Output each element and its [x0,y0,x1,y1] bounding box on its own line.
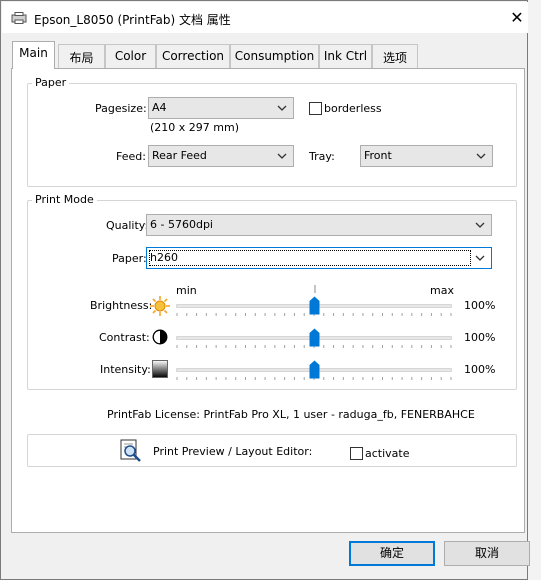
feed-value: Rear Feed [152,149,207,162]
tray-label: Tray: [309,150,335,163]
gradient-icon [152,360,168,378]
title-bar: Epson_L8050 (PrintFab) 文档 属性 ✕ [2,2,528,33]
intensity-value: 100% [464,363,496,376]
contrast-value: 100% [464,331,496,344]
contrast-label: Contrast: [99,331,150,344]
intensity-label: Intensity: [100,363,151,376]
chevron-down-icon [475,255,485,261]
pagesize-select[interactable]: A4 [148,97,294,119]
quality-label: Quality: [106,219,149,232]
preview-label: Print Preview / Layout Editor: [153,445,313,458]
feed-label: Feed: [116,150,146,163]
magnifier-icon [120,439,141,462]
close-button[interactable]: ✕ [506,7,528,29]
tray-value: Front [364,149,392,162]
activate-checkbox[interactable] [350,447,363,460]
quality-value: 6 - 5760dpi [150,218,213,231]
paper-type-value: h260 [150,251,178,264]
quality-select[interactable]: 6 - 5760dpi [146,214,492,236]
chevron-down-icon [277,153,287,159]
borderless-checkbox[interactable] [309,102,322,115]
intensity-slider-thumb[interactable] [309,360,320,379]
sun-icon [150,296,170,316]
tab-layout[interactable]: 布局 [58,44,105,68]
close-icon: ✕ [510,8,524,27]
contrast-slider-thumb[interactable] [309,328,320,347]
tab-consumption[interactable]: Consumption [230,44,319,68]
brightness-value: 100% [464,299,496,312]
tab-main[interactable]: Main [12,41,55,69]
tray-select[interactable]: Front [360,145,493,167]
chevron-down-icon [475,222,485,228]
tab-color[interactable]: Color [105,44,156,68]
pagesize-label: Pagesize: [95,102,147,115]
borderless-label: borderless [324,102,382,115]
paper-type-label: Paper: [112,252,147,265]
focus-rectangle [149,250,471,266]
tab-correction[interactable]: Correction [156,44,230,68]
chevron-down-icon [277,105,287,111]
tab-options[interactable]: 选项 [372,44,418,68]
main-tab-panel: Paper Pagesize: A4 (210 x 297 mm) border… [11,68,525,533]
cancel-button[interactable]: 取消 [444,541,530,566]
brightness-label: Brightness: [90,299,153,312]
license-text: PrintFab License: PrintFab Pro XL, 1 use… [107,408,475,421]
ok-button[interactable]: 确定 [349,541,435,566]
paper-group-title: Paper [32,76,70,89]
pagesize-dimensions: (210 x 297 mm) [150,121,240,134]
brightness-slider-thumb[interactable] [309,296,320,315]
center-marker [314,285,316,293]
slider-max-label: max [430,284,454,297]
chevron-down-icon [476,153,486,159]
contrast-icon [152,329,168,345]
printer-icon [11,12,27,24]
slider-min-label: min [176,284,197,297]
pagesize-value: A4 [152,101,167,114]
activate-label: activate [365,447,410,460]
paper-type-select[interactable]: h260 [146,247,492,269]
printer-properties-dialog: Epson_L8050 (PrintFab) 文档 属性 ✕ Main 布局 C… [0,0,530,580]
background-window-strip [527,0,541,580]
print-mode-group-title: Print Mode [32,193,97,206]
feed-select[interactable]: Rear Feed [148,145,294,167]
window-title: Epson_L8050 (PrintFab) 文档 属性 [34,13,231,27]
tab-ink-ctrl[interactable]: Ink Ctrl [319,44,372,68]
